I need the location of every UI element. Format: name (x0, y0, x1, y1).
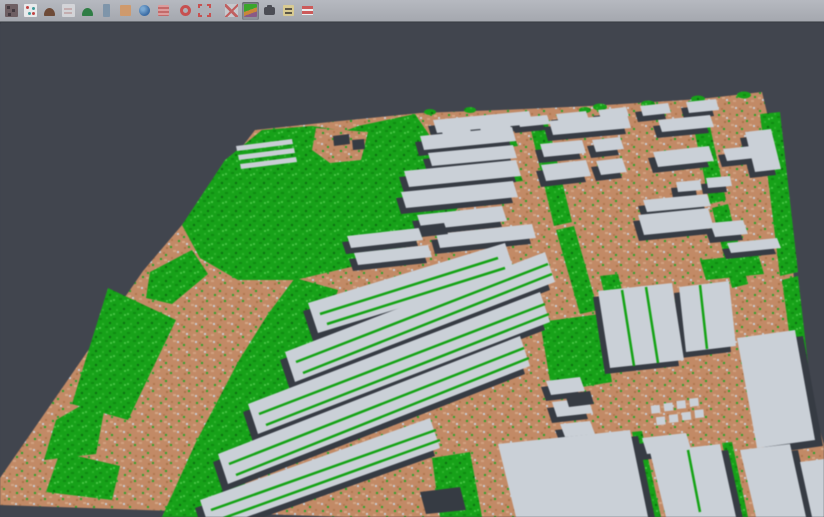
ground-layer-button[interactable] (117, 2, 134, 20)
toolbar (0, 0, 824, 22)
building-layer-button[interactable] (98, 2, 115, 20)
classification-colors-button[interactable] (242, 2, 259, 20)
point-cloud-canvas[interactable] (0, 22, 824, 517)
clip-volume-icon (225, 4, 238, 17)
ground-layer-icon (119, 4, 132, 17)
flag-marker-button[interactable] (299, 2, 316, 20)
vegetation-layer-button[interactable] (79, 2, 96, 20)
profile-view-button[interactable] (155, 2, 172, 20)
scatter-points-icon (24, 4, 37, 17)
classification-colors-icon (244, 4, 257, 17)
globe-view-icon (138, 4, 151, 17)
building-layer-icon (100, 4, 113, 17)
terrain-surface-icon (43, 4, 56, 17)
camera-snapshot-icon (263, 4, 276, 17)
select-region-button[interactable] (196, 2, 213, 20)
coordinate-readout-icon (282, 4, 295, 17)
profile-view-icon (157, 4, 170, 17)
vegetation-layer-icon (81, 4, 94, 17)
target-circle-button[interactable] (177, 2, 194, 20)
contour-lines-icon (62, 4, 75, 17)
contour-lines-button[interactable] (60, 2, 77, 20)
noise-points-icon (5, 4, 18, 17)
noise-points-button[interactable] (3, 2, 20, 20)
clip-volume-button[interactable] (223, 2, 240, 20)
terrain-surface-button[interactable] (41, 2, 58, 20)
select-region-icon (198, 4, 211, 17)
globe-view-button[interactable] (136, 2, 153, 20)
flag-marker-icon (301, 4, 314, 17)
coordinate-readout-button[interactable] (280, 2, 297, 20)
target-circle-icon (179, 4, 192, 17)
application-window (0, 0, 824, 517)
camera-snapshot-button[interactable] (261, 2, 278, 20)
scatter-points-button[interactable] (22, 2, 39, 20)
3d-viewport[interactable] (0, 22, 824, 517)
